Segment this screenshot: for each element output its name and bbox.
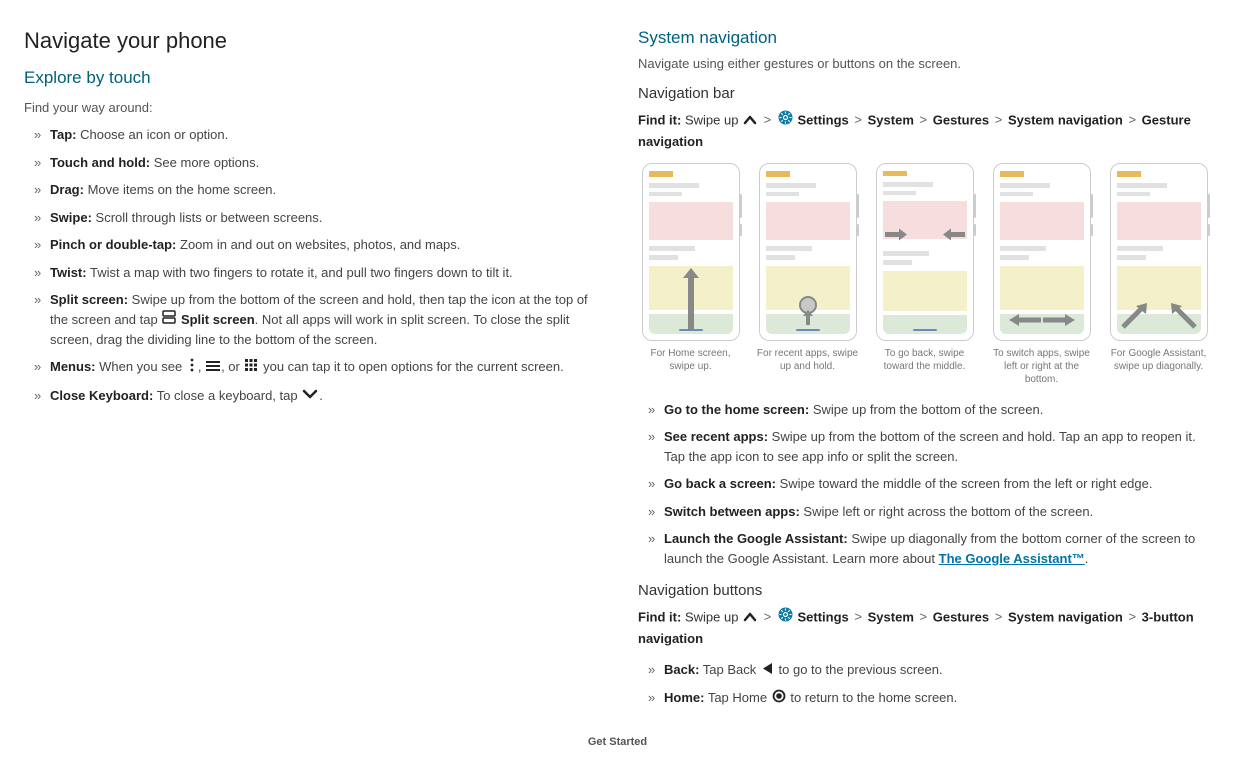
list-item: Touch and hold: See more options.	[34, 153, 598, 173]
google-assistant-link[interactable]: The Google Assistant™	[939, 551, 1085, 566]
section-explore-by-touch: Explore by touch	[24, 68, 598, 88]
arrow-up-icon	[681, 288, 701, 332]
list-item: Go back a screen: Swipe toward the middl…	[648, 474, 1211, 494]
phone-google-assistant	[1110, 163, 1208, 341]
phone-go-back	[876, 163, 974, 341]
arrow-left-icon	[1007, 313, 1041, 330]
arrow-diagonal-left-up-icon	[1167, 303, 1197, 332]
hamburger-menu-icon	[206, 358, 220, 378]
settings-gear-icon	[778, 607, 793, 629]
arrow-right-icon	[1043, 313, 1077, 330]
list-item: Swipe: Scroll through lists or between s…	[34, 208, 598, 228]
heading-navigation-bar: Navigation bar	[638, 85, 1211, 102]
heading-navigation-buttons: Navigation buttons	[638, 582, 1211, 599]
kebab-menu-icon	[187, 358, 197, 378]
list-item: Twist: Twist a map with two fingers to r…	[34, 263, 598, 283]
phone-illustrations: For Home screen, swipe up.	[638, 163, 1211, 386]
list-item: Home: Tap Home to return to the home scr…	[648, 688, 1211, 708]
chevron-down-icon	[302, 386, 318, 406]
intro-text: Find your way around:	[24, 100, 598, 115]
page-title: Navigate your phone	[24, 28, 598, 54]
list-item: Pinch or double-tap: Zoom in and out on …	[34, 235, 598, 255]
list-item: Switch between apps: Swipe left or right…	[648, 502, 1211, 522]
sysnav-intro: Navigate using either gestures or button…	[638, 56, 1211, 71]
split-screen-icon	[162, 310, 176, 330]
home-circle-icon	[772, 689, 786, 709]
list-item: Split screen: Swipe up from the bottom o…	[34, 290, 598, 349]
findit-navbuttons: Find it: Swipe up > Settings > System > …	[638, 607, 1211, 650]
arrow-right-icon	[885, 228, 909, 245]
settings-gear-icon	[778, 110, 793, 132]
footer-text: Get Started	[24, 736, 1211, 748]
phone-home-swipe-up	[642, 163, 740, 341]
chevron-up-icon	[743, 608, 757, 629]
list-item: Close Keyboard: To close a keyboard, tap…	[34, 386, 598, 406]
list-item: Go to the home screen: Swipe up from the…	[648, 400, 1211, 420]
list-item: Launch the Google Assistant: Swipe up di…	[648, 529, 1211, 568]
phone-recent-apps	[759, 163, 857, 341]
arrow-up-small-icon	[801, 309, 815, 330]
arrow-diagonal-right-up-icon	[1121, 303, 1151, 332]
list-item: Menus: When you see , , or you can tap i…	[34, 357, 598, 377]
list-item: Back: Tap Back to go to the previous scr…	[648, 660, 1211, 680]
back-triangle-icon	[761, 661, 774, 681]
findit-navbar: Find it: Swipe up > Settings > System > …	[638, 110, 1211, 153]
list-item: See recent apps: Swipe up from the botto…	[648, 427, 1211, 466]
list-item: Drag: Move items on the home screen.	[34, 180, 598, 200]
section-system-navigation: System navigation	[638, 28, 1211, 48]
list-item: Tap: Choose an icon or option.	[34, 125, 598, 145]
chevron-up-icon	[743, 111, 757, 132]
grid-menu-icon	[244, 358, 258, 378]
phone-switch-apps	[993, 163, 1091, 341]
arrow-left-icon	[941, 228, 965, 245]
